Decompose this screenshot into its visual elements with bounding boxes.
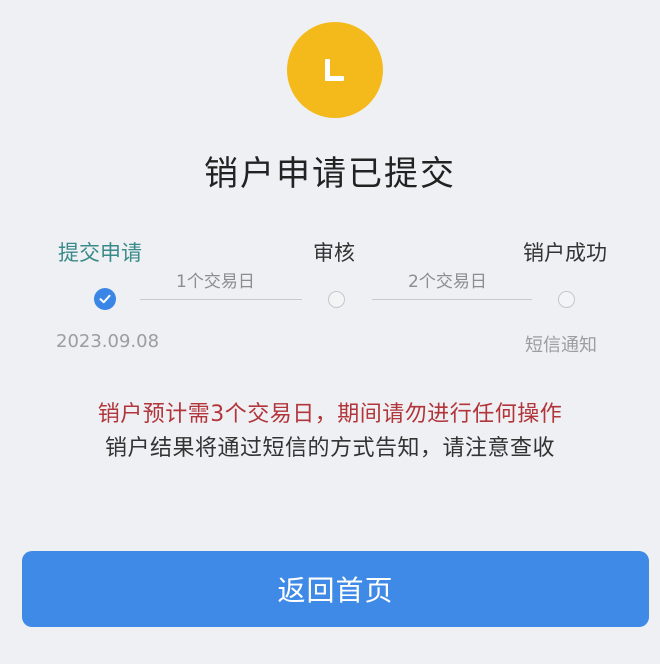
step-success-dot — [558, 291, 575, 308]
connector-1-duration: 1个交易日 — [176, 272, 255, 292]
connector-2-duration: 2个交易日 — [408, 272, 487, 292]
submission-status-page: 销户申请已提交 提交申请 审核 销户成功 1个交易日 2个交易日 2023.09… — [0, 0, 660, 664]
check-icon — [94, 288, 116, 310]
step-submit-date: 2023.09.08 — [56, 331, 160, 352]
step-review-dot — [328, 291, 345, 308]
return-home-button[interactable]: 返回首页 — [22, 551, 649, 627]
progress-connector-2 — [372, 299, 532, 300]
warning-notice: 销户预计需3个交易日，期间请勿进行任何操作 — [97, 402, 563, 427]
step-success-note: 短信通知 — [525, 335, 597, 356]
step-review-label: 审核 — [313, 241, 355, 265]
step-submit-label: 提交申请 — [58, 241, 142, 265]
step-success-label: 销户成功 — [523, 241, 607, 265]
clock-icon — [287, 22, 383, 118]
info-notice: 销户结果将通过短信的方式告知，请注意查收 — [104, 436, 555, 461]
progress-connector-1 — [140, 299, 302, 300]
page-title: 销户申请已提交 — [204, 154, 456, 194]
